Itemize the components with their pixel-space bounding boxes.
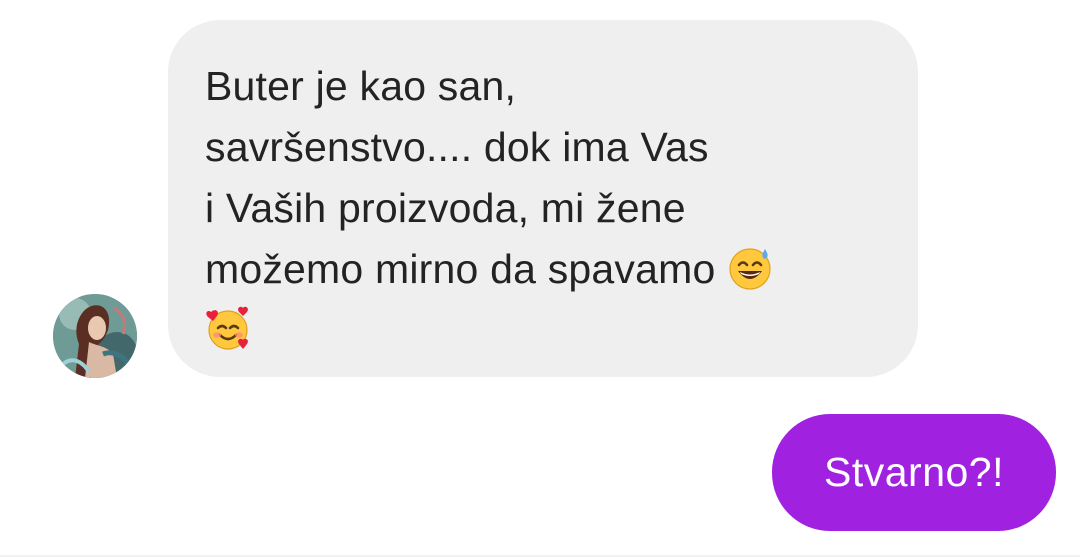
message-line: savršenstvo.... dok ima Vas	[205, 124, 709, 170]
avatar[interactable]	[53, 294, 137, 378]
message-line-with-emoji: možemo mirno da spavamo	[205, 239, 882, 300]
incoming-message-bubble[interactable]: Buter je kao san, savršenstvo.... dok im…	[168, 20, 918, 377]
message-line-emoji	[205, 300, 882, 361]
message-line: i Vaših proizvoda, mi žene	[205, 185, 686, 231]
avatar-image	[53, 294, 137, 378]
message-line: Buter je kao san,	[205, 63, 517, 109]
outgoing-message-bubble[interactable]: Stvarno?!	[772, 414, 1056, 531]
message-line: možemo mirno da spavamo	[205, 246, 716, 292]
outgoing-message-text: Stvarno?!	[824, 449, 1004, 495]
smiling-face-with-hearts-icon	[205, 306, 251, 352]
grinning-face-with-sweat-icon	[727, 245, 773, 291]
chat-thread: Buter je kao san, savršenstvo.... dok im…	[0, 0, 1080, 557]
